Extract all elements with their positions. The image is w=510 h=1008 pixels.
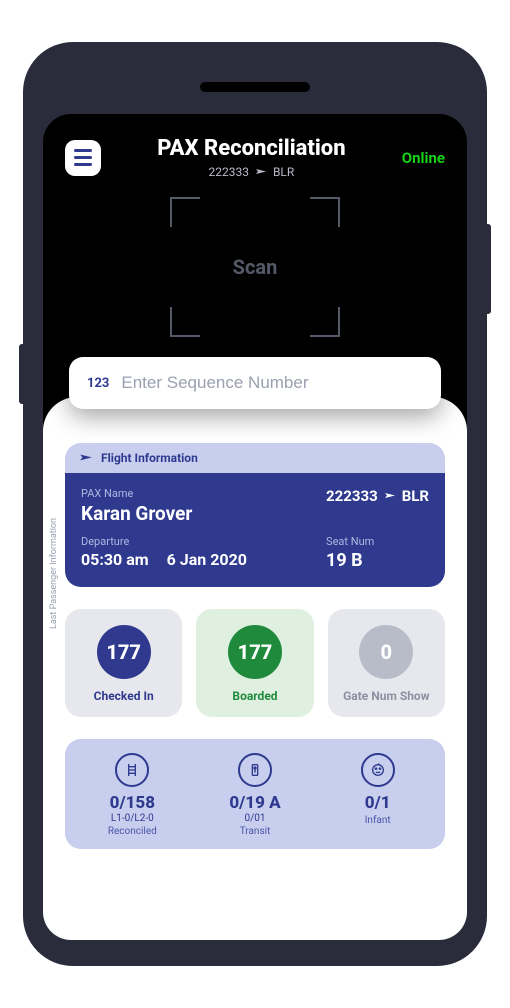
ladder-icon	[115, 753, 149, 787]
reconciled-main: 0/158	[71, 793, 194, 813]
infant-label: Infant	[316, 815, 439, 826]
side-label: Last Passenger Information	[49, 518, 59, 629]
seat-label: Seat Num	[326, 535, 429, 548]
details-row: 0/158 L1-0/L2-0 Reconciled 0/19 A 0/01 T…	[65, 739, 445, 849]
phone-side-button-left	[19, 344, 25, 404]
scanner-icon	[238, 753, 272, 787]
flight-id: 222333 BLR	[326, 487, 429, 505]
sequence-search[interactable]: 123	[69, 357, 441, 409]
infant-main: 0/1	[316, 793, 439, 813]
gate-value: 0	[359, 625, 413, 679]
pax-name: Karan Grover	[81, 502, 326, 525]
plane-icon	[255, 166, 267, 178]
phone-frame: PAX Reconciliation 222333 BLR Online Sca…	[25, 44, 485, 964]
scan-button[interactable]: Scan	[170, 197, 340, 337]
checked-in-value: 177	[97, 625, 151, 679]
connection-status: Online	[402, 149, 445, 167]
detail-reconciled[interactable]: 0/158 L1-0/L2-0 Reconciled	[71, 753, 194, 837]
content-sheet: 123 Last Passenger Information Flight In…	[43, 357, 467, 940]
flight-info-card: Flight Information PAX Name Karan Grover…	[65, 443, 445, 587]
departure-label: Departure	[81, 535, 326, 548]
reconciled-sub: L1-0/L2-0	[71, 813, 194, 824]
flight-info-header: Flight Information	[65, 443, 445, 473]
sequence-input[interactable]	[121, 373, 423, 393]
pax-name-label: PAX Name	[81, 487, 326, 500]
gate-label: Gate Num Show	[336, 689, 437, 703]
tile-checked-in[interactable]: 177 Checked In	[65, 609, 182, 717]
departure-date: 6 Jan 2020	[167, 550, 247, 569]
boarded-value: 177	[228, 625, 282, 679]
flight-id-number: 222333	[326, 487, 378, 505]
checked-in-label: Checked In	[73, 689, 174, 703]
tile-gate-num-show[interactable]: 0 Gate Num Show	[328, 609, 445, 717]
plane-icon	[384, 490, 396, 502]
phone-speaker	[200, 82, 310, 92]
page-subtitle: 222333 BLR	[101, 165, 402, 179]
phone-side-button-right	[485, 224, 491, 314]
flight-code: 222333	[208, 165, 248, 179]
stats-row: 177 Checked In 177 Boarded 0 Gate Num Sh…	[65, 609, 445, 717]
scan-label: Scan	[233, 255, 278, 279]
departure-time: 05:30 am	[81, 550, 149, 569]
transit-sub: 0/01	[194, 813, 317, 824]
detail-infant[interactable]: 0/1 Infant	[316, 753, 439, 837]
infant-icon	[361, 753, 395, 787]
boarded-label: Boarded	[204, 689, 305, 703]
reconciled-label: Reconciled	[71, 826, 194, 837]
detail-transit[interactable]: 0/19 A 0/01 Transit	[194, 753, 317, 837]
tile-boarded[interactable]: 177 Boarded	[196, 609, 313, 717]
airport-code: BLR	[273, 165, 294, 179]
seat-number: 19 B	[326, 550, 429, 571]
page-title: PAX Reconciliation	[101, 136, 402, 161]
menu-button[interactable]	[65, 140, 101, 176]
flight-airport: BLR	[402, 487, 429, 505]
transit-label: Transit	[194, 826, 317, 837]
app-header: PAX Reconciliation 222333 BLR Online Sca…	[43, 114, 467, 337]
app-screen: PAX Reconciliation 222333 BLR Online Sca…	[43, 114, 467, 940]
flight-info-title: Flight Information	[101, 451, 198, 465]
search-prefix: 123	[87, 376, 109, 391]
plane-icon	[79, 451, 93, 465]
transit-main: 0/19 A	[194, 793, 317, 813]
